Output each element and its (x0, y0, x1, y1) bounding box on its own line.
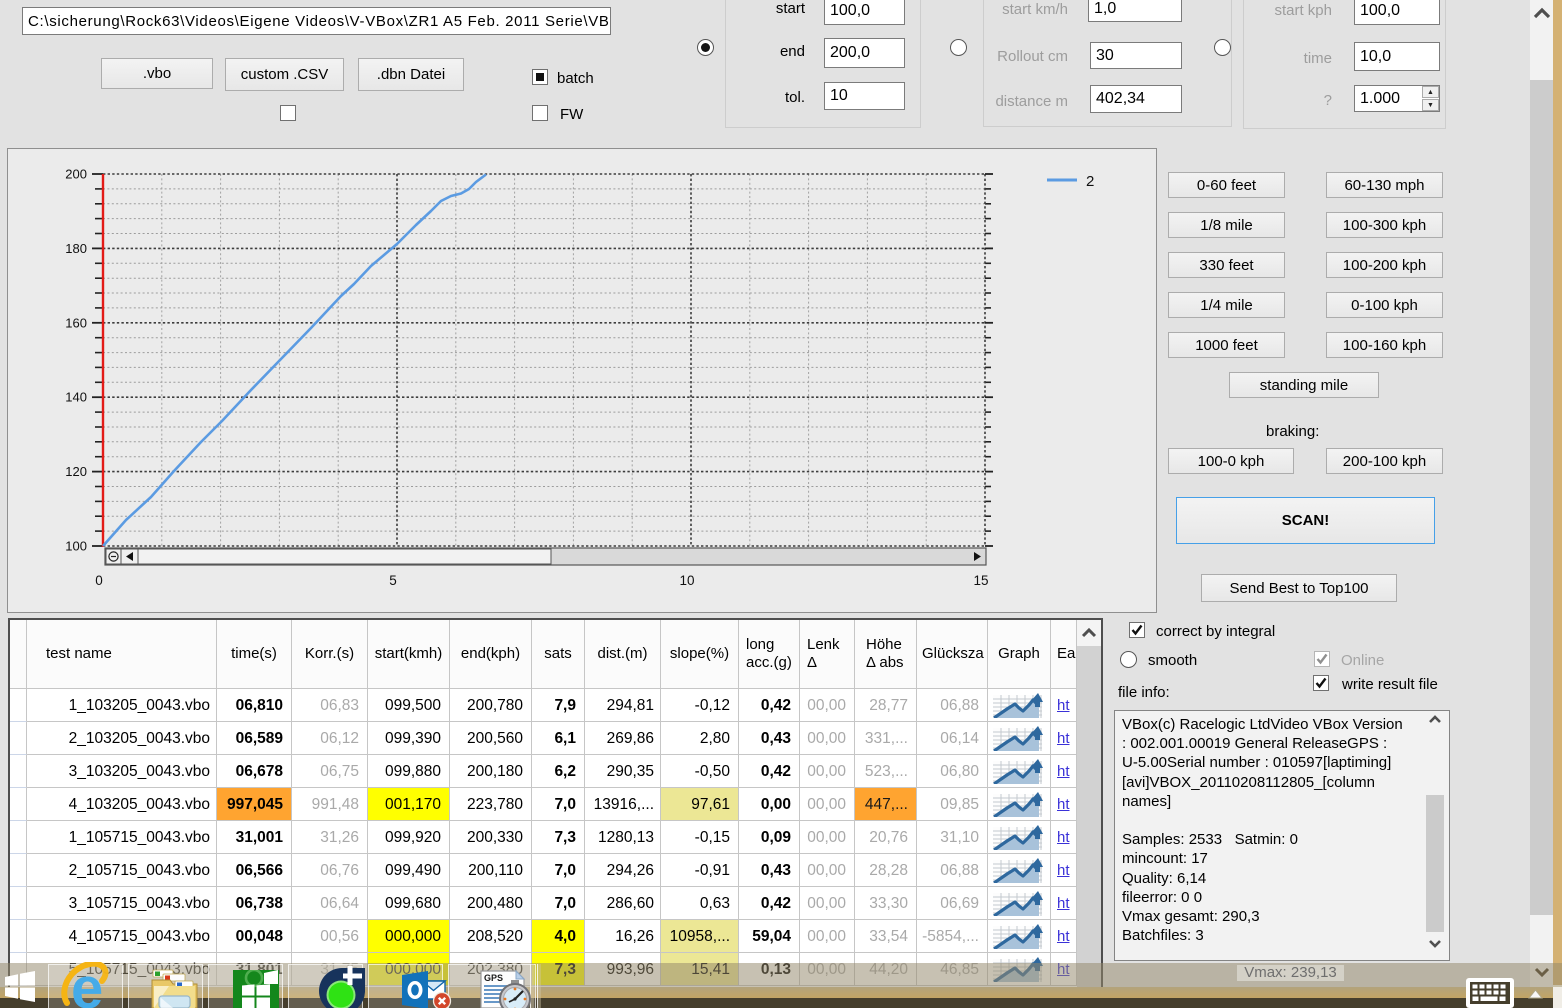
svg-text:5: 5 (389, 573, 397, 588)
svg-text:2: 2 (1086, 173, 1094, 190)
svg-text:200: 200 (65, 167, 87, 182)
svg-text:100: 100 (65, 539, 87, 554)
svg-text:120: 120 (65, 464, 87, 479)
svg-text:180: 180 (65, 241, 87, 256)
svg-text:160: 160 (65, 315, 87, 330)
svg-text:15: 15 (973, 573, 988, 588)
svg-text:0: 0 (95, 573, 103, 588)
svg-text:140: 140 (65, 390, 87, 405)
svg-text:GPS: GPS (484, 973, 503, 983)
svg-text:10: 10 (679, 573, 694, 588)
